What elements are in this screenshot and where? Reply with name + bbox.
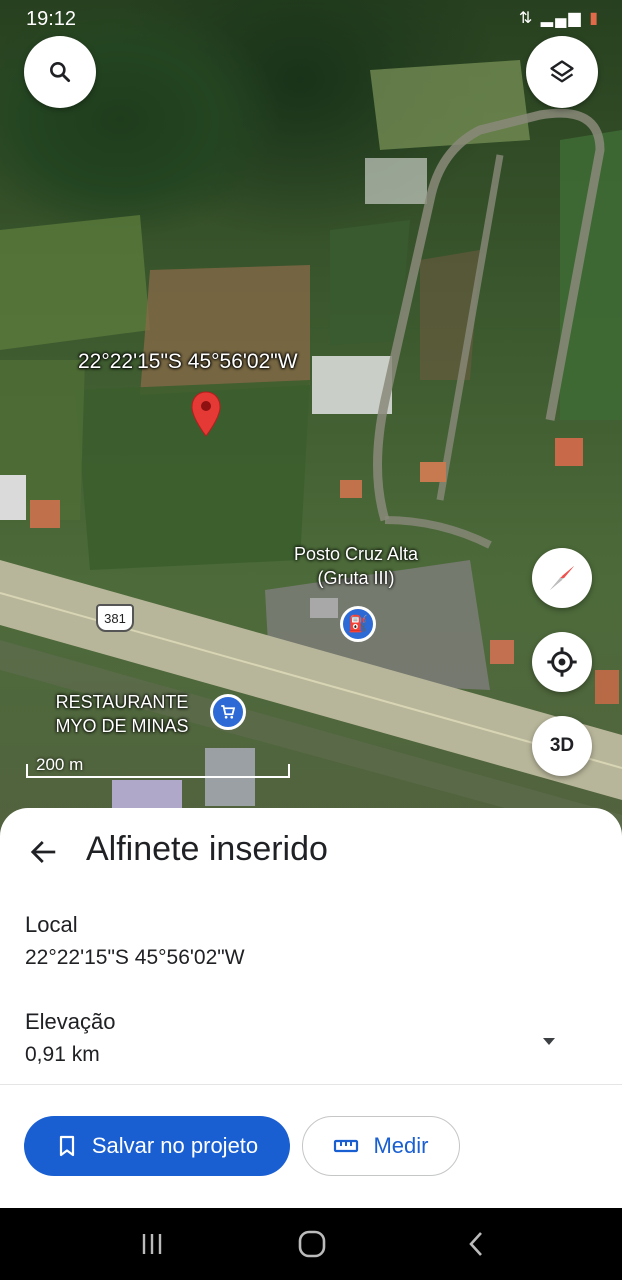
battery-icon: ▮ (589, 10, 600, 27)
status-icons: ⇅ ▂▄▆ ▮ (519, 8, 600, 28)
home-icon (298, 1230, 326, 1258)
my-location-button[interactable] (532, 632, 592, 692)
back-button[interactable] (24, 832, 64, 872)
satellite-map[interactable]: 19:12 ⇅ ▂▄▆ ▮ 22°22'15"S 45°56'02"W Post… (0, 0, 622, 840)
signal-icon: ⇅ (518, 10, 535, 27)
recents-icon (142, 1234, 162, 1254)
compass-button[interactable] (532, 548, 592, 608)
status-time: 19:12 (26, 8, 77, 30)
chevron-left-icon (469, 1232, 482, 1256)
home-button[interactable] (282, 1224, 342, 1264)
layers-button[interactable] (526, 36, 598, 108)
compass-icon (550, 566, 574, 590)
divider (0, 1084, 622, 1085)
elevation-value: 0,91 km (25, 1043, 100, 1066)
layers-icon (550, 60, 574, 83)
crosshair-icon (547, 647, 577, 677)
local-label: Local (25, 912, 78, 937)
measure-button[interactable]: Medir (302, 1116, 460, 1176)
3d-button[interactable]: 3D (532, 716, 592, 776)
measure-label: Medir (373, 1133, 429, 1158)
elevation-expand-button[interactable] (536, 1028, 562, 1054)
search-button[interactable] (24, 36, 96, 108)
poi-gas-station-label[interactable]: Posto Cruz Alta (Gruta III) (286, 542, 426, 590)
road-shield: 381 (96, 604, 134, 632)
save-to-project-label: Salvar no projeto (91, 1133, 259, 1158)
map-scale-bar (26, 764, 290, 778)
bookmark-icon (59, 1135, 74, 1157)
recent-apps-button[interactable] (122, 1224, 182, 1264)
dropdown-arrow-icon (543, 1038, 555, 1045)
sheet-title: Alfinete inserido (86, 830, 328, 868)
search-icon (50, 62, 71, 83)
wifi-icon: ▂▄▆ (540, 10, 583, 27)
system-back-button[interactable] (446, 1224, 506, 1264)
system-nav-bar (0, 1208, 622, 1280)
local-value[interactable]: 22°22'15"S 45°56'02"W (25, 946, 245, 970)
ruler-icon (334, 1139, 359, 1153)
elevation-label: Elevação (25, 1009, 116, 1034)
poi-restaurant-label[interactable]: RESTAURANTE MYO DE MINAS (44, 690, 200, 738)
save-to-project-button[interactable]: Salvar no projeto (24, 1116, 290, 1176)
shopping-cart-icon[interactable] (210, 694, 246, 730)
back-arrow-icon (30, 841, 56, 863)
pin-coordinates-label: 22°22'15"S 45°56'02"W (78, 350, 298, 373)
place-details-sheet: Alfinete inserido Local 22°22'15"S 45°56… (0, 808, 622, 1208)
gas-station-icon[interactable]: ⛽ (340, 606, 376, 642)
dropped-pin-icon[interactable] (190, 390, 222, 438)
